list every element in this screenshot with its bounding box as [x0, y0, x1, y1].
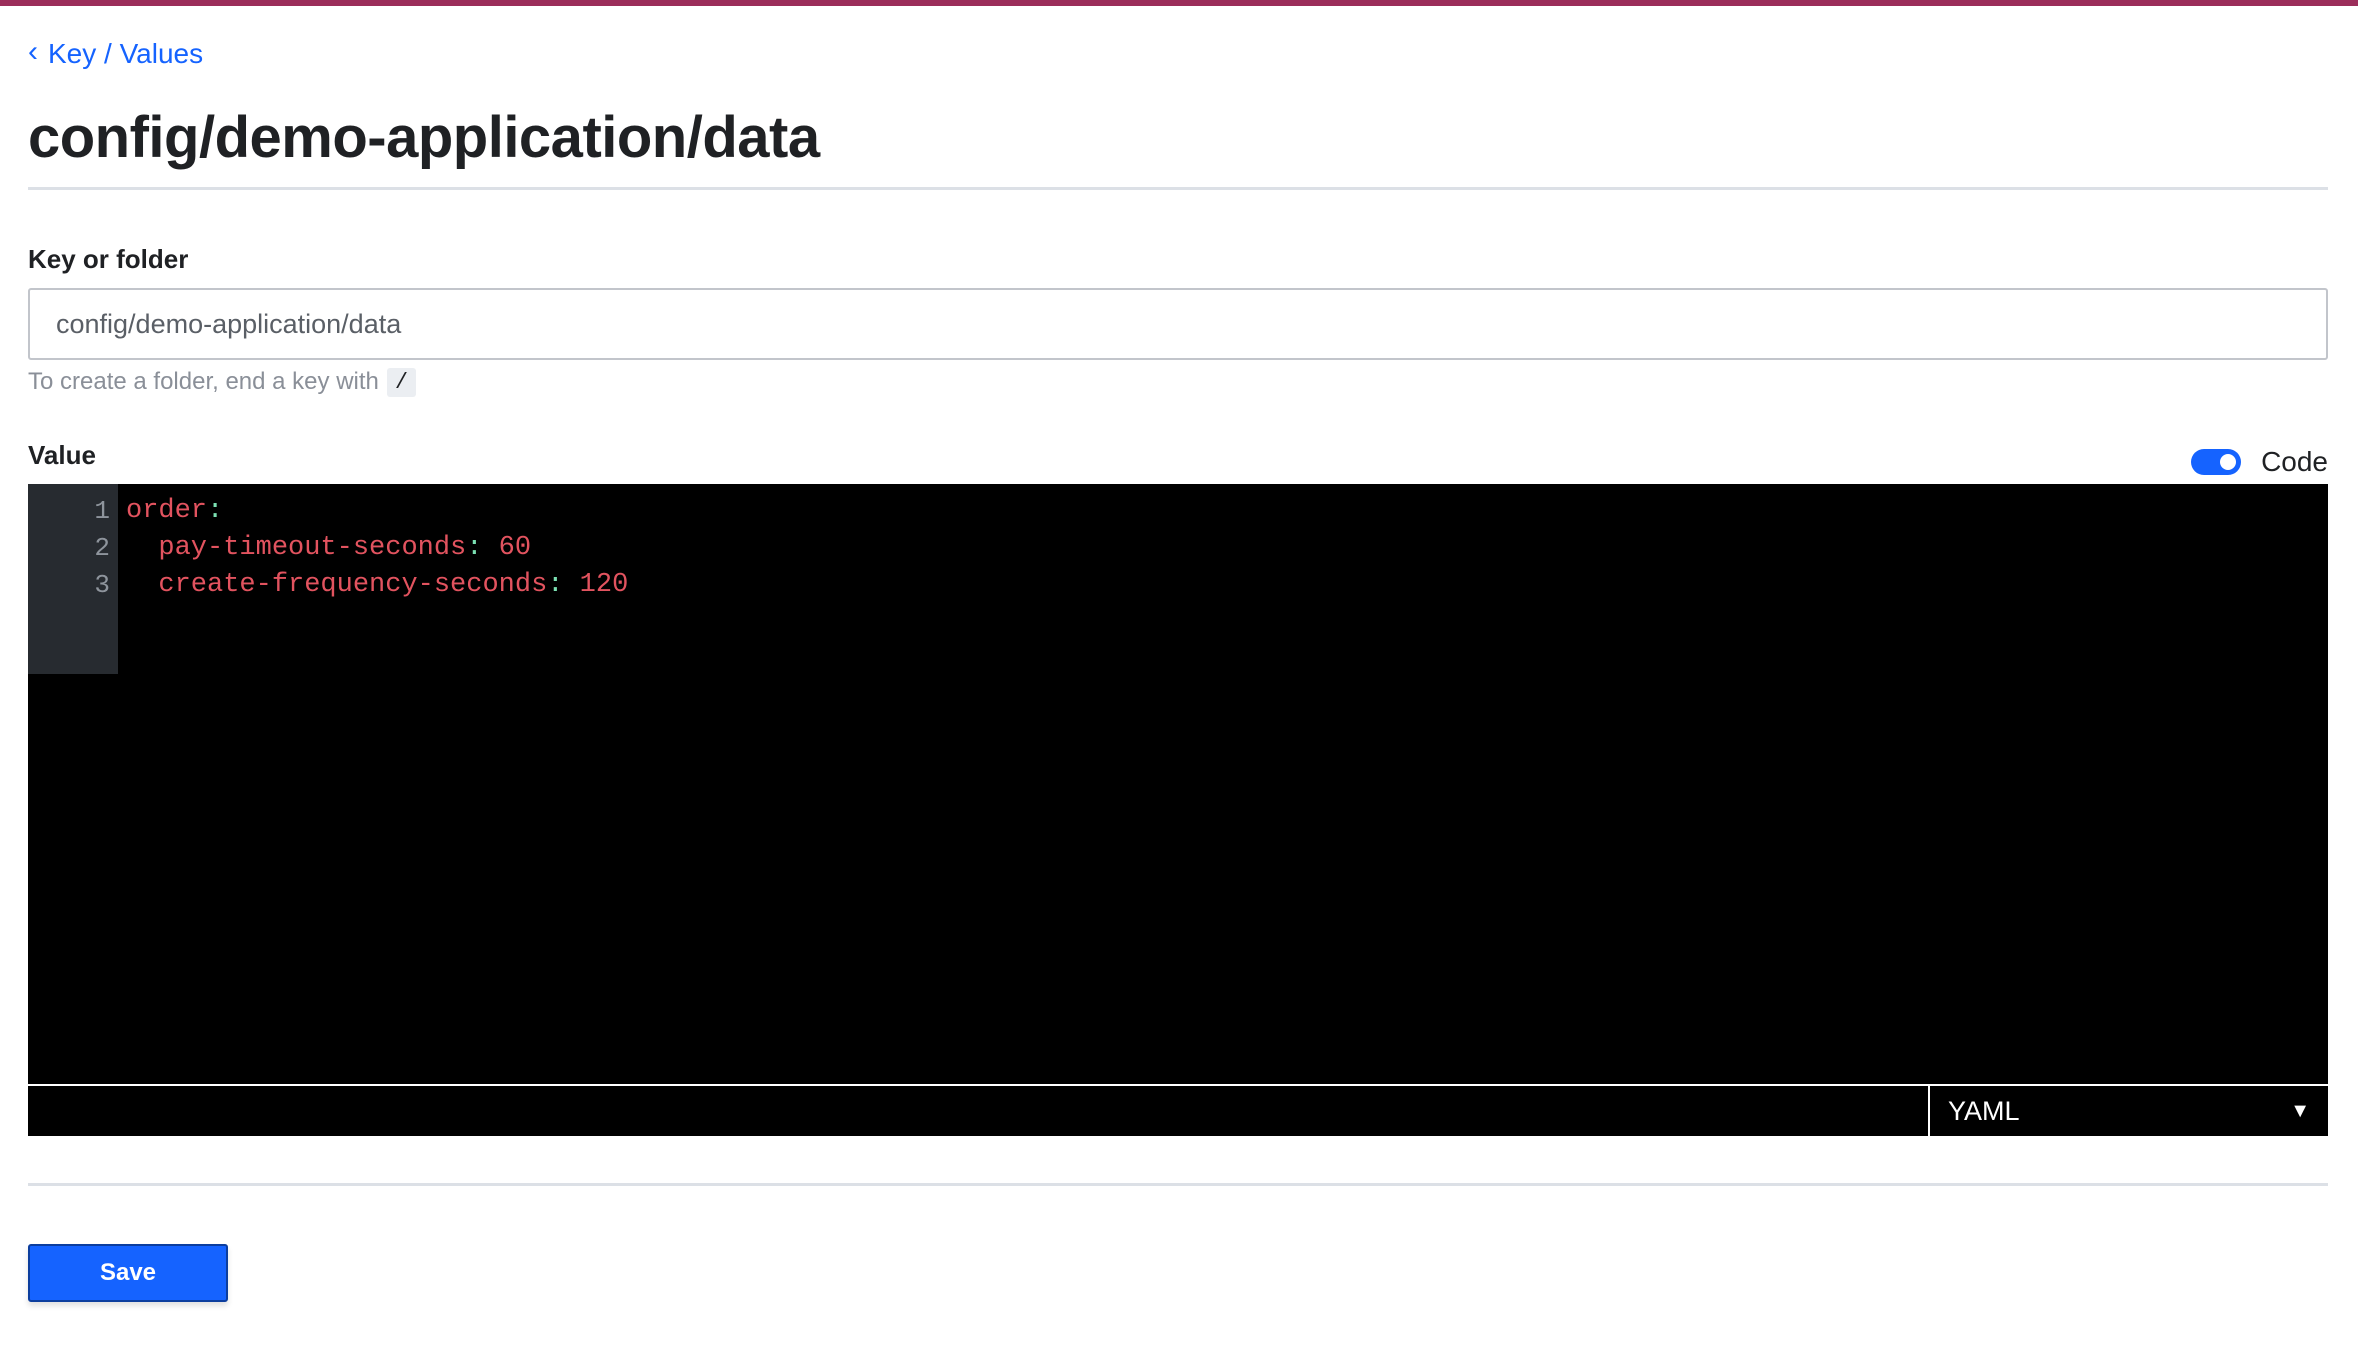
yaml-value: 60: [482, 533, 532, 563]
key-field-label: Key or folder: [28, 244, 189, 274]
toggle-knob: [2220, 454, 2237, 470]
syntax-mode-value: YAML: [1948, 1095, 2020, 1126]
chevron-left-icon: ‹: [28, 35, 38, 68]
code-line[interactable]: pay-timeout-seconds: 60: [126, 533, 531, 563]
help-code: /: [386, 367, 417, 397]
yaml-colon: :: [466, 533, 483, 563]
line-number: 2: [94, 533, 110, 563]
syntax-mode-select[interactable]: YAML ▼: [1928, 1086, 2328, 1136]
caret-down-icon: ▼: [2290, 1099, 2310, 1122]
yaml-colon: :: [207, 496, 224, 526]
line-number-gutter: 1 2 3: [28, 484, 118, 674]
key-help-text: To create a folder, end a key with /: [28, 364, 417, 400]
line-number: 3: [94, 570, 110, 600]
breadcrumb[interactable]: ‹ Key / Values: [28, 36, 203, 72]
code-line[interactable]: order:: [126, 496, 223, 526]
title-divider: [28, 187, 2328, 190]
value-field-label: Value: [28, 440, 96, 470]
code-editor[interactable]: 1 2 3 order: pay-timeout-seconds: 60 cre…: [28, 484, 2328, 1084]
breadcrumb-link[interactable]: Key / Values: [48, 38, 203, 70]
save-button[interactable]: Save: [28, 1244, 228, 1302]
yaml-key: create-frequency-seconds: [158, 570, 548, 600]
yaml-value: 120: [563, 570, 629, 600]
code-line[interactable]: create-frequency-seconds: 120: [126, 570, 628, 600]
code-toggle-label: Code: [2261, 446, 2328, 477]
code-toggle[interactable]: Code: [2191, 444, 2328, 480]
toggle-switch[interactable]: [2191, 449, 2242, 475]
yaml-colon: :: [547, 570, 564, 600]
brand-bar: [0, 0, 2358, 6]
help-text-label: To create a folder, end a key with: [28, 368, 379, 395]
line-number: 1: [94, 496, 110, 526]
yaml-key: order: [126, 496, 208, 526]
form-divider: [28, 1183, 2328, 1186]
key-input[interactable]: [28, 288, 2328, 360]
page-title: config/demo-application/data: [28, 105, 820, 170]
editor-footer: YAML ▼: [28, 1084, 2328, 1136]
yaml-key: pay-timeout-seconds: [158, 533, 467, 563]
